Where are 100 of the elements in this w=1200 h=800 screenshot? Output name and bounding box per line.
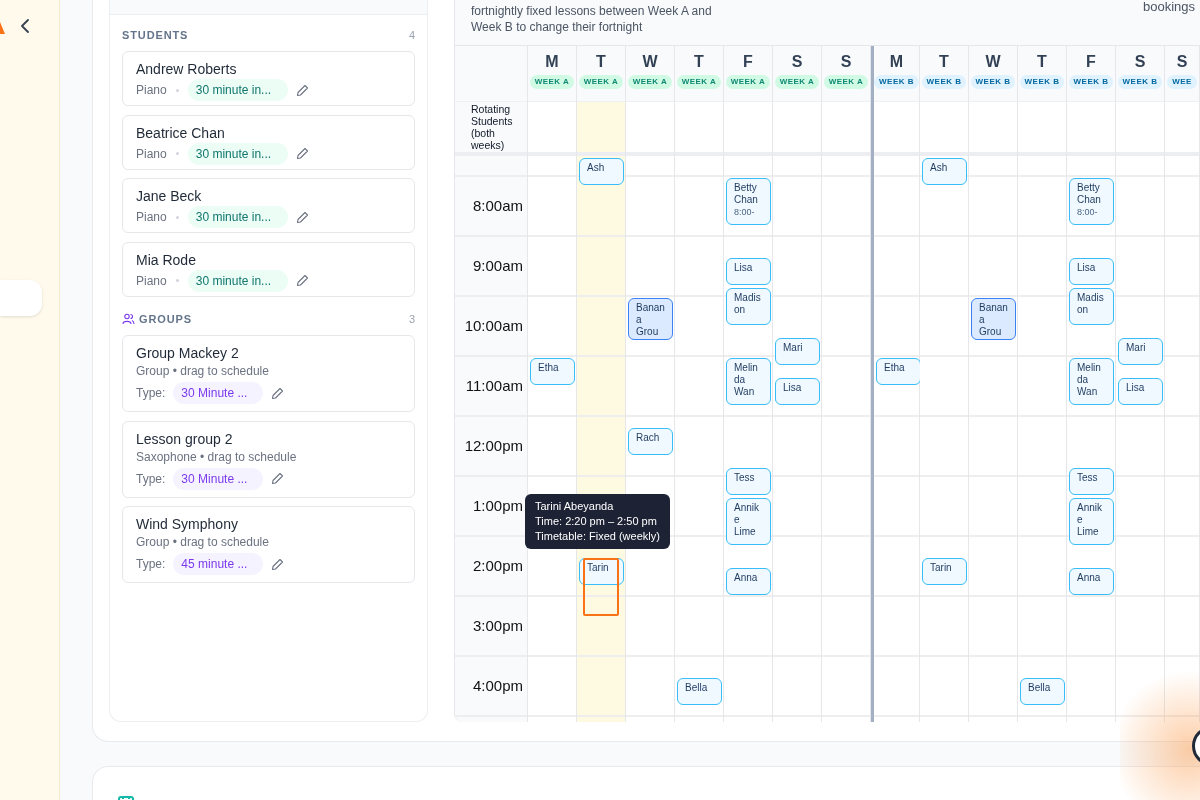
week-tag: WEEK A (774, 75, 820, 89)
lesson-event[interactable]: Tarin (922, 558, 967, 585)
week-tag: WEEK B (970, 75, 1016, 89)
lesson-event[interactable]: Annike Lime (726, 498, 771, 545)
lesson-event[interactable]: Madison (1069, 288, 1114, 325)
week-tag: WEEK A (823, 75, 869, 89)
student-card[interactable]: Beatrice Chan Piano 30 minute in... (122, 114, 415, 170)
time-label: 11:00am (465, 375, 523, 396)
day-letter: S (791, 52, 803, 72)
lesson-event[interactable]: Tess (1069, 468, 1114, 495)
student-card[interactable]: Andrew Roberts Piano 30 minute in... (122, 51, 415, 106)
lesson-event[interactable]: Lisa (726, 258, 771, 285)
lesson-event[interactable]: Annike Lime (1069, 498, 1114, 545)
group-subtitle: Saxophone • drag to schedule (136, 448, 298, 465)
instrument-label: Piano (136, 209, 167, 226)
highlighted-cell (577, 102, 625, 152)
week-tag: WEEK B (874, 75, 919, 89)
lesson-event[interactable]: Betty Chan 8:00- (726, 178, 771, 225)
row-label: Rotating Students (both weeks) (471, 103, 514, 152)
lesson-event[interactable]: Etha (876, 358, 921, 385)
week-tag: WEEK A (725, 75, 771, 89)
section-heading: STUDENTS (122, 27, 189, 43)
group-card[interactable]: Group Mackey 2 Group • drag to schedule Type: 30 Minute ... (122, 335, 415, 412)
day-letter: T (939, 52, 949, 72)
lesson-event[interactable]: Banana Grou (971, 298, 1016, 340)
day-letter: T (1037, 52, 1047, 72)
lesson-event[interactable]: Tess (726, 468, 771, 495)
lesson-event[interactable]: Madison (726, 288, 771, 325)
group-name: Lesson group 2 (136, 429, 234, 448)
instrument-label: Piano (136, 82, 167, 99)
day-letter: M (545, 52, 559, 72)
section-count: 4 (408, 27, 415, 43)
week-tag: WEEK A (578, 75, 624, 89)
section-count: 3 (408, 311, 415, 327)
back-chevron-icon[interactable] (20, 19, 32, 33)
lesson-event[interactable]: Banana Grou (628, 298, 673, 340)
week-tag: WEEK B (1068, 75, 1114, 89)
student-name: Jane Beck (136, 187, 203, 205)
student-name: Andrew Roberts (136, 60, 238, 78)
lesson-event[interactable]: Lisa (775, 378, 820, 405)
day-letter: F (743, 52, 753, 72)
time-label: 10:00am (464, 315, 523, 336)
student-card[interactable]: Mia Rode Piano 30 minute in... (122, 241, 415, 297)
group-subtitle: Group • drag to schedule (136, 534, 270, 550)
lesson-event[interactable]: Bella (677, 678, 722, 705)
lesson-event[interactable]: Melinda Wan (726, 358, 771, 405)
lesson-type-tag: 30 Minute ... (173, 382, 264, 404)
instrument-label: Piano (136, 145, 167, 163)
lesson-event[interactable]: Betty Chan 8:00- (1069, 178, 1114, 225)
description-text: Week B to change their fortnight (471, 19, 643, 35)
day-letter: T (596, 52, 606, 72)
week-tag: WEEK B (921, 75, 967, 89)
day-letter: W (642, 52, 658, 72)
time-label: 12:00pm (464, 435, 523, 456)
lesson-event[interactable]: Anna (1069, 568, 1114, 595)
header-text: bookings (1142, 0, 1195, 16)
student-card[interactable]: Jane Beck Piano 30 minute in... (122, 178, 415, 233)
lesson-event[interactable]: Mari (775, 338, 820, 365)
lesson-event[interactable]: Bella (1020, 678, 1065, 705)
lesson-event[interactable]: Lisa (1069, 258, 1114, 285)
lesson-event[interactable]: Rach (628, 428, 673, 455)
lesson-event[interactable]: Melinda Wan (1069, 358, 1114, 405)
lesson-type-tag: 30 minute in... (187, 206, 288, 228)
time-label: 8:00am (472, 195, 523, 216)
student-name: Mia Rode (136, 250, 197, 269)
description-text: fortnightly fixed lessons between Week A and (471, 3, 712, 19)
day-letter: W (985, 52, 1001, 72)
lesson-event[interactable]: Anna (726, 568, 771, 595)
group-name: Wind Symphony (136, 515, 239, 533)
lesson-type-tag: 45 minute ... (173, 553, 264, 575)
tooltip-text: Tarini Abeyanda (535, 499, 615, 514)
edit-icon[interactable] (295, 147, 309, 160)
week-tag: WEEK A (627, 75, 673, 89)
group-card[interactable]: Wind Symphony Group • drag to schedule Type: 45 minute ... (122, 506, 415, 583)
time-label: 4:00pm (472, 675, 523, 696)
lesson-event[interactable]: Ash (579, 158, 624, 185)
section-heading: GROUPS (139, 311, 192, 327)
type-label: Type: (136, 556, 166, 573)
people-icon (122, 313, 135, 325)
lesson-event[interactable]: Ash (922, 158, 967, 185)
week-tag: WEEK B (1019, 75, 1065, 89)
edit-icon[interactable] (295, 274, 309, 287)
group-card[interactable]: Lesson group 2 Saxophone • drag to schedule Type: 30 Minute ... (122, 420, 415, 498)
week-tag: WEEK A (676, 75, 722, 89)
edit-icon[interactable] (271, 557, 285, 571)
lesson-type-tag: 30 minute in... (187, 269, 288, 292)
tooltip-text: Time: 2:20 pm – 2:50 pm (535, 514, 658, 529)
lesson-event[interactable]: Lisa (1118, 378, 1163, 405)
edit-icon[interactable] (295, 83, 309, 97)
day-letter: F (1086, 52, 1096, 72)
student-name: Beatrice Chan (136, 123, 226, 142)
group-name: Group Mackey 2 (136, 344, 240, 362)
week-tag: WEEK A (529, 75, 575, 89)
lesson-event[interactable]: Mari (1118, 338, 1163, 365)
lesson-event[interactable]: Etha (530, 358, 575, 385)
day-letter: S (1176, 52, 1188, 72)
edit-icon[interactable] (271, 386, 285, 400)
edit-icon[interactable] (295, 210, 309, 224)
edit-icon[interactable] (271, 472, 285, 485)
lesson-type-tag: 30 minute in... (187, 79, 288, 101)
